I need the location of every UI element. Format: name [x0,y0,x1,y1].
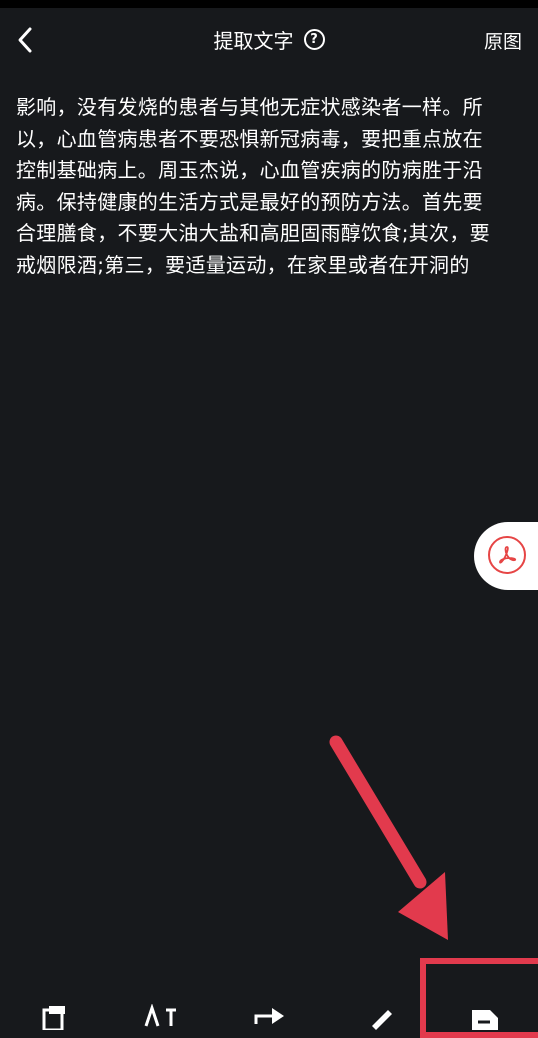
share-icon [254,1008,284,1024]
copy-icon [42,1006,65,1032]
copy-button[interactable] [36,1004,76,1032]
edit-icon [372,1010,392,1030]
export-document-button[interactable] [466,1004,506,1030]
export-document-icon [472,1010,498,1030]
annotation-arrow [329,735,448,940]
translate-button[interactable] [142,1003,182,1030]
translate-icon [144,1003,176,1027]
share-button[interactable] [250,1004,290,1030]
edit-button[interactable] [362,1004,402,1030]
bottom-toolbar [0,1003,538,1034]
